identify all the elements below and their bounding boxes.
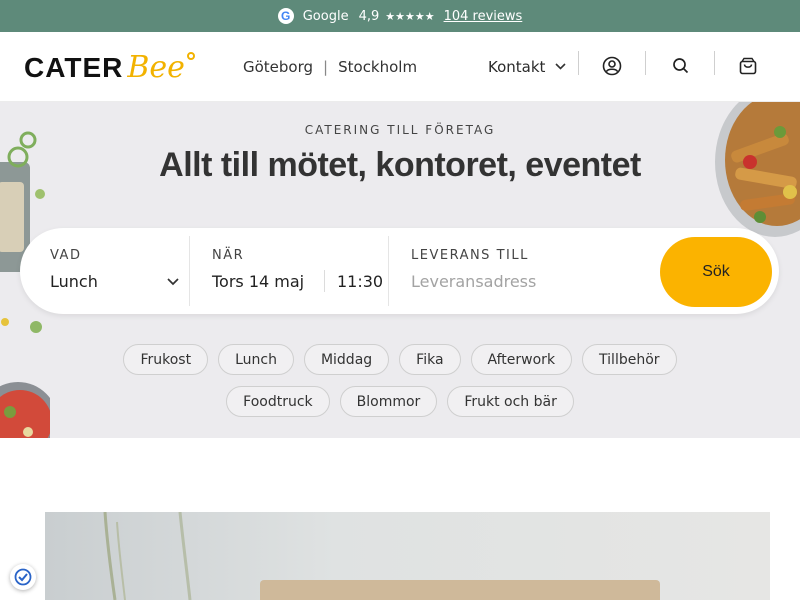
when-label: NÄR (212, 248, 245, 263)
contact-label: Kontakt (488, 58, 546, 76)
hero-section: CATERING TILL FÖRETAG Allt till mötet, k… (0, 102, 800, 438)
what-label: VAD (50, 248, 82, 263)
logo[interactable]: CATER Bee (24, 50, 195, 85)
city-nav: Göteborg | Stockholm (243, 58, 417, 76)
what-select[interactable]: VAD Lunch (20, 228, 190, 314)
feature-photo (45, 512, 770, 600)
date-time-divider (324, 270, 325, 292)
contact-menu[interactable]: Kontakt (488, 58, 566, 76)
city-link-stockholm[interactable]: Stockholm (338, 58, 417, 76)
chip-middag[interactable]: Middag (303, 344, 390, 375)
city-separator: | (323, 58, 329, 76)
cookie-consent-icon[interactable] (10, 564, 36, 590)
search-button[interactable]: Sök (660, 237, 772, 307)
chip-lunch[interactable]: Lunch (218, 344, 294, 375)
reviews-link[interactable]: 104 reviews (444, 9, 523, 24)
chip-tillbehor[interactable]: Tillbehör (582, 344, 677, 375)
city-link-goteborg[interactable]: Göteborg (243, 58, 313, 76)
when-field: NÄR Tors 14 maj 11:30 (190, 228, 388, 314)
search-icon[interactable] (671, 56, 691, 76)
what-value: Lunch (50, 272, 98, 291)
chip-frukt-och-bar[interactable]: Frukt och bär (447, 386, 574, 417)
delivery-field: LEVERANS TILL Leveransadress (389, 228, 649, 314)
category-chips: Frukost Lunch Middag Fika Afterwork Till… (0, 344, 800, 428)
user-icon[interactable] (602, 56, 622, 76)
catering-search-form: VAD Lunch NÄR Tors 14 maj 11:30 LEVERANS… (20, 228, 779, 314)
delivery-address-input[interactable]: Leveransadress (411, 272, 536, 291)
feature-photo-image (103, 512, 660, 600)
rating-value: 4,9 (358, 8, 380, 24)
chip-row: Frukost Lunch Middag Fika Afterwork Till… (0, 344, 800, 375)
header-divider (645, 51, 646, 75)
chip-frukost[interactable]: Frukost (123, 344, 209, 375)
logo-cater-text: CATER (24, 52, 124, 83)
date-picker[interactable]: Tors 14 maj (212, 272, 304, 291)
chip-foodtruck[interactable]: Foodtruck (226, 386, 330, 417)
rating-stars-icon: ★★★★★ (385, 9, 435, 23)
header-divider (714, 51, 715, 75)
site-header: CATER Bee Göteborg | Stockholm Kontakt (0, 32, 800, 102)
chevron-down-icon (167, 275, 179, 289)
time-picker[interactable]: 11:30 (337, 272, 383, 291)
cart-icon[interactable] (738, 56, 758, 76)
chip-afterwork[interactable]: Afterwork (470, 344, 573, 375)
header-divider (578, 51, 579, 75)
hero-title: Allt till mötet, kontoret, eventet (159, 146, 641, 184)
rating-provider: Google (302, 8, 349, 24)
chip-row: Foodtruck Blommor Frukt och bär (0, 386, 800, 417)
chevron-down-icon (555, 62, 566, 73)
chip-blommor[interactable]: Blommor (339, 386, 438, 417)
chip-fika[interactable]: Fika (399, 344, 461, 375)
delivery-label: LEVERANS TILL (411, 248, 529, 263)
logo-bee-text: Bee (127, 50, 185, 85)
google-icon: G (277, 8, 294, 24)
logo-bee-icon (186, 52, 195, 60)
hero-eyebrow: CATERING TILL FÖRETAG (304, 123, 496, 137)
rating-bar: G Google 4,9 ★★★★★ 104 reviews (0, 0, 800, 32)
